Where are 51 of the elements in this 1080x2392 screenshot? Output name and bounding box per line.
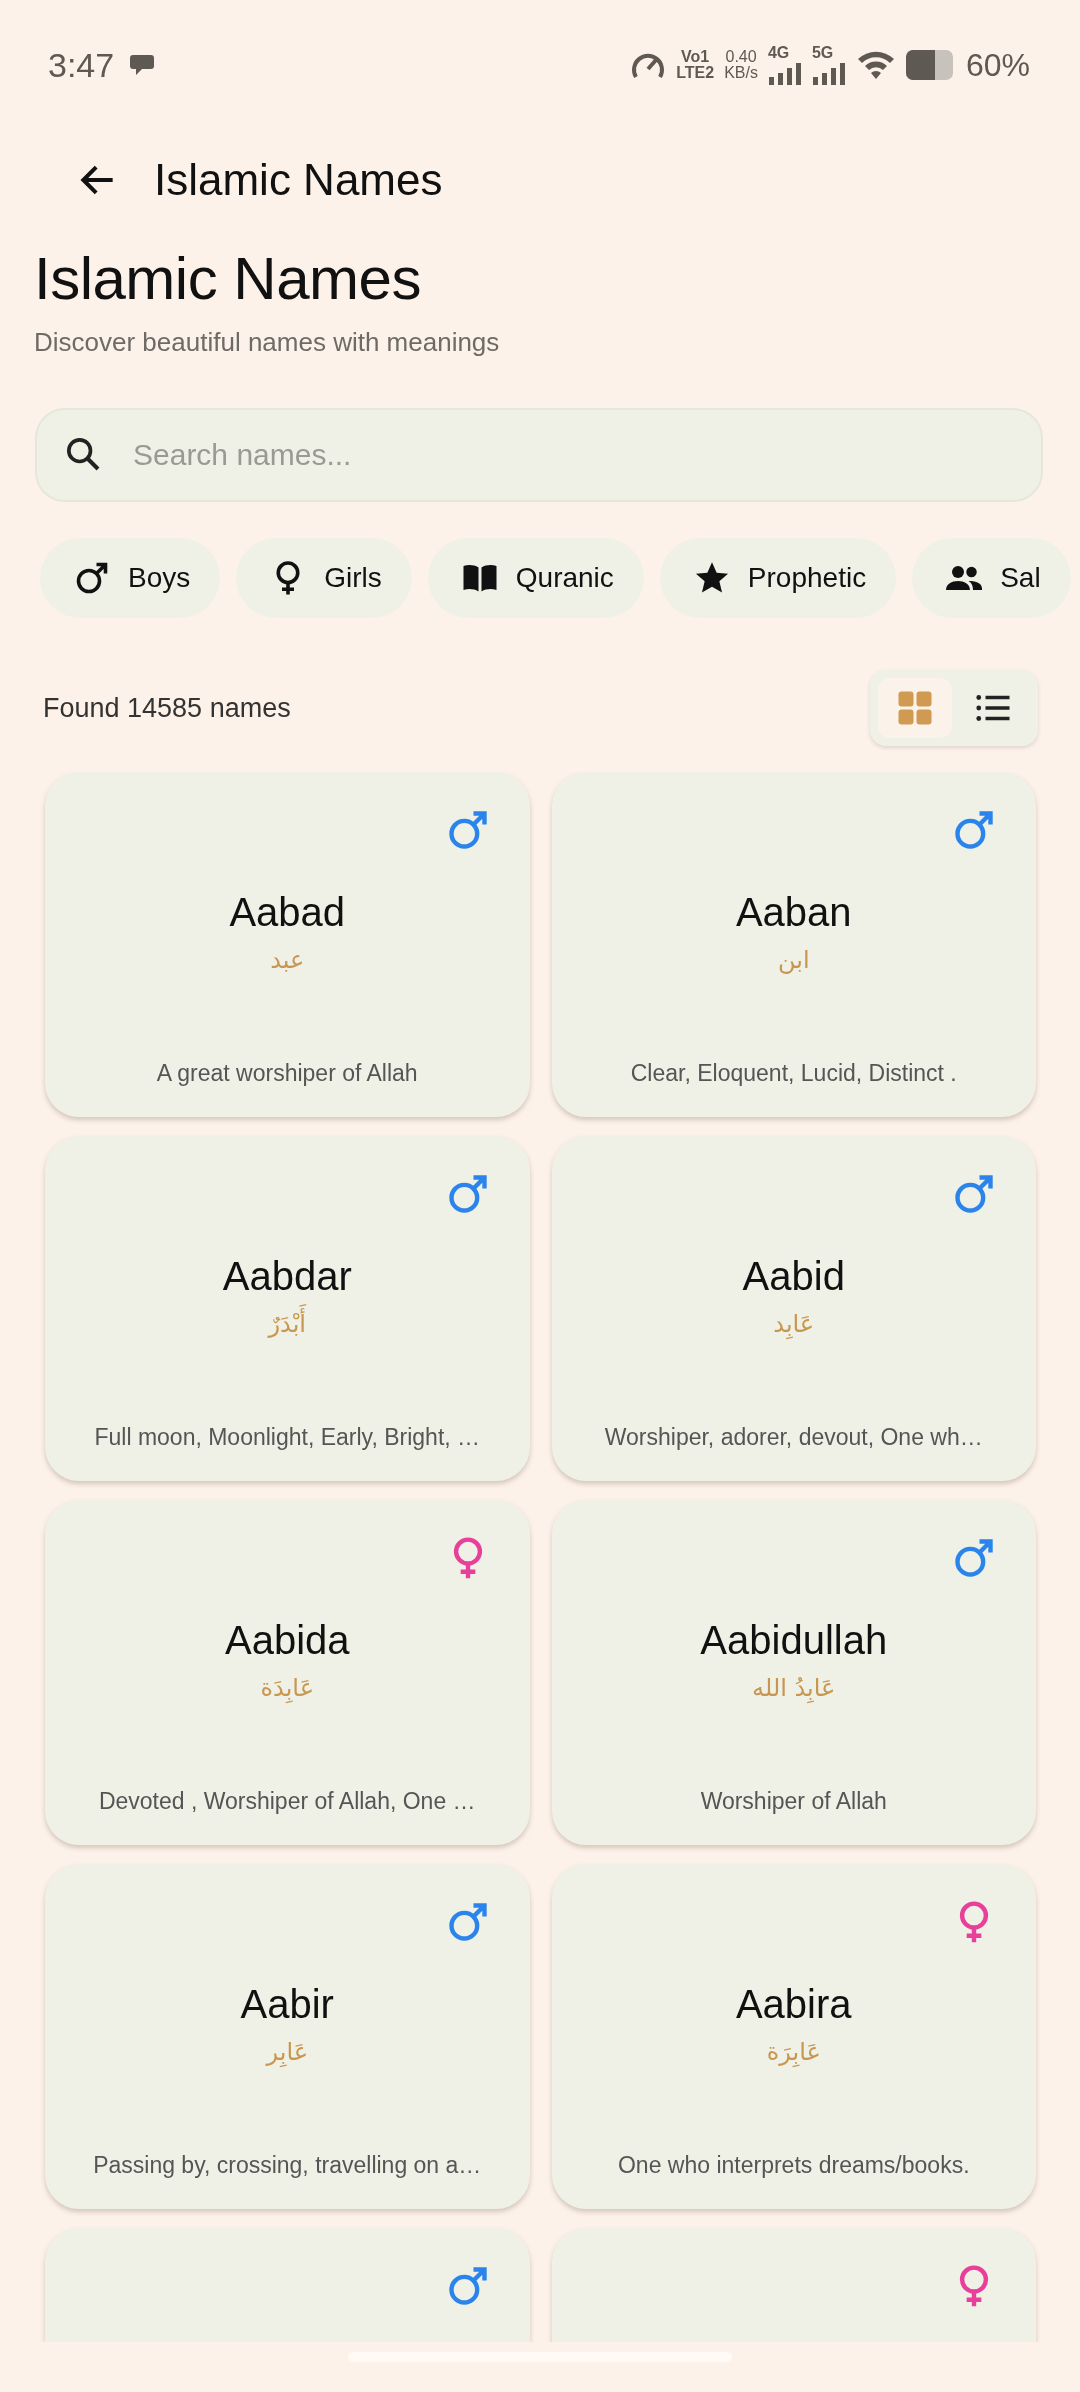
network-speed: 0.40 (725, 49, 757, 65)
name-title: Aabira (735, 1982, 852, 2027)
male-symbol-icon (952, 1172, 996, 1216)
name-meaning: Passing by, crossing, travelling on a… (93, 2152, 482, 2179)
arabic-name: عَابِرَة (766, 2037, 821, 2069)
name-title: Aabidullah (700, 1618, 888, 1663)
name-meaning: Full moon, Moonlight, Early, Bright, … (94, 1424, 481, 1451)
network-type: 5G (811, 45, 834, 61)
arabic-name: عَابِر (266, 2037, 309, 2069)
volte-label: Vo1 (681, 49, 710, 65)
name-title: Aaban (735, 890, 852, 935)
name-meaning: Worshiper of Allah (700, 1788, 887, 1815)
male-symbol-icon (74, 560, 110, 596)
battery-percent: 60% (965, 46, 1030, 84)
signal-icon (767, 63, 802, 85)
message-icon (130, 53, 157, 77)
filter-chip[interactable]: Prophetic (659, 538, 897, 618)
result-count: Found 14585 names (43, 692, 291, 724)
page-subtitle: Discover beautiful names with meanings (34, 327, 501, 358)
male-symbol-icon (952, 808, 996, 852)
filter-chip[interactable]: Girls (236, 538, 412, 618)
name-title: Aabad (229, 890, 346, 935)
arabic-name: عبد (270, 945, 305, 976)
grid-view-icon (897, 690, 933, 726)
signal-icon (811, 63, 846, 85)
name-title: Aabdar (222, 1254, 352, 1299)
arabic-name: ابن (777, 945, 810, 976)
speed-unit: KB/s (724, 65, 758, 81)
name-title: Aabida (224, 1618, 350, 1663)
search-field[interactable]: Search names... (35, 408, 1043, 502)
arabic-name: عَابِدَة (260, 1673, 314, 1705)
arabic-name: عَابِد (773, 1309, 815, 1341)
status-time: 3:47 (48, 45, 115, 85)
male-symbol-icon (952, 1536, 996, 1580)
network-type: 4G (767, 45, 790, 61)
name-meaning: Clear, Eloquent, Lucid, Distinct . (630, 1060, 957, 1087)
name-title: Aabir (240, 1982, 334, 2027)
filter-chip[interactable]: Boys (40, 538, 221, 618)
filter-chip[interactable]: Quranic (427, 538, 644, 618)
name-meaning: A great worshiper of Allah (156, 1060, 418, 1087)
lte-label: LTE2 (676, 65, 715, 81)
name-title: Aabid (742, 1254, 845, 1299)
name-meaning: Devoted , Worshiper of Allah, One … (98, 1788, 476, 1815)
name-meaning: Worshiper, adorer, devout, One wh… (604, 1424, 983, 1451)
arabic-name: أَبْدَرٌ (268, 1303, 306, 1347)
arabic-name: عَابِدُ الله (752, 1673, 836, 1705)
name-meaning: One who interprets dreams/books. (617, 2152, 970, 2179)
page-title: Islamic Names (34, 244, 422, 313)
battery-icon (905, 49, 956, 81)
filter-chip[interactable]: Sal (912, 538, 1071, 618)
app-bar-title: Islamic Names (154, 155, 443, 205)
